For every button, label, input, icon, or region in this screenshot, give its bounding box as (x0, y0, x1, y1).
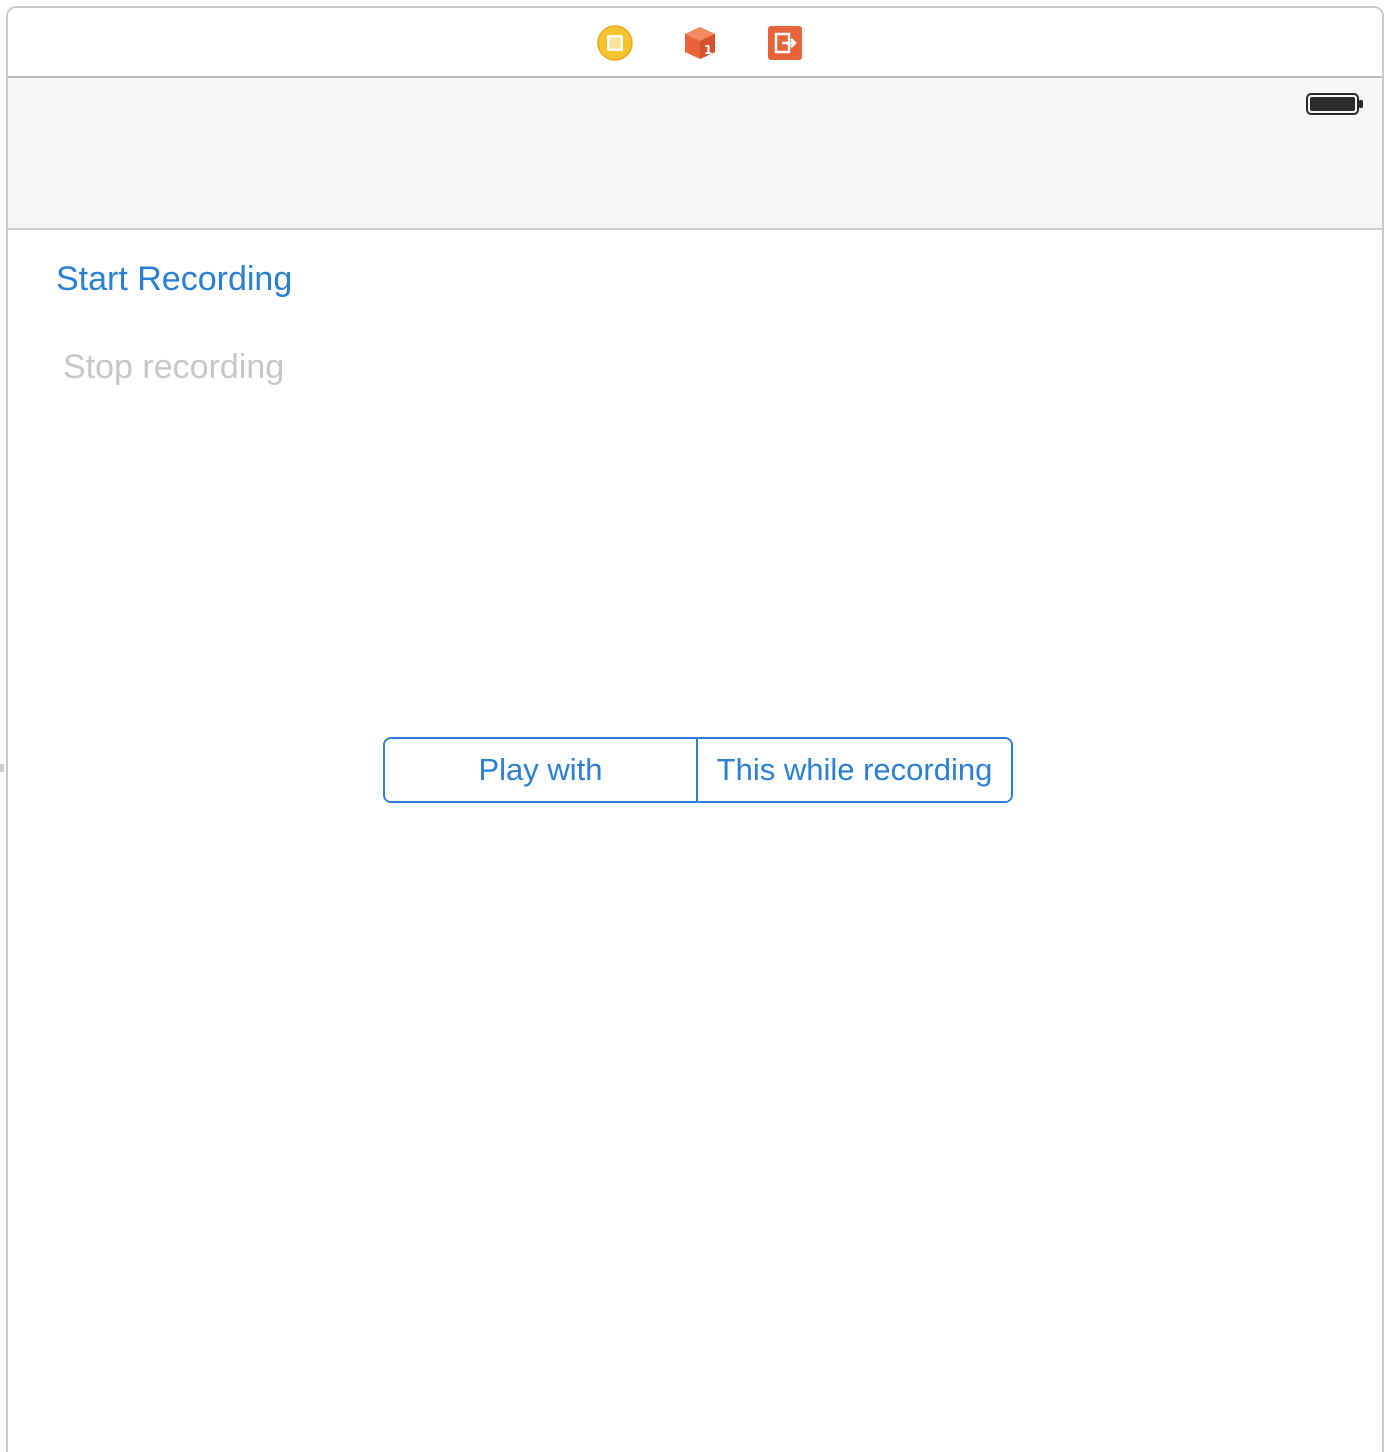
svg-text:1: 1 (704, 43, 712, 57)
battery-icon (1306, 93, 1363, 115)
scene-dock: 1 (8, 8, 1382, 78)
navigation-bar (8, 78, 1382, 230)
view-controller-icon[interactable] (597, 25, 633, 61)
exit-icon[interactable] (767, 25, 803, 61)
canvas-edge-marker (0, 764, 4, 772)
start-recording-button[interactable]: Start Recording (56, 260, 292, 299)
segment-this-while-recording[interactable]: This while recording (698, 739, 1011, 801)
first-responder-icon[interactable]: 1 (682, 25, 718, 61)
storyboard-scene: 1 Start Recording Stop recording Play wi… (6, 6, 1384, 1452)
stop-recording-button[interactable]: Stop recording (63, 348, 284, 387)
segment-play-with[interactable]: Play with (385, 739, 698, 801)
main-view: Start Recording Stop recording Play with… (8, 230, 1382, 1452)
segmented-control[interactable]: Play with This while recording (383, 737, 1013, 803)
